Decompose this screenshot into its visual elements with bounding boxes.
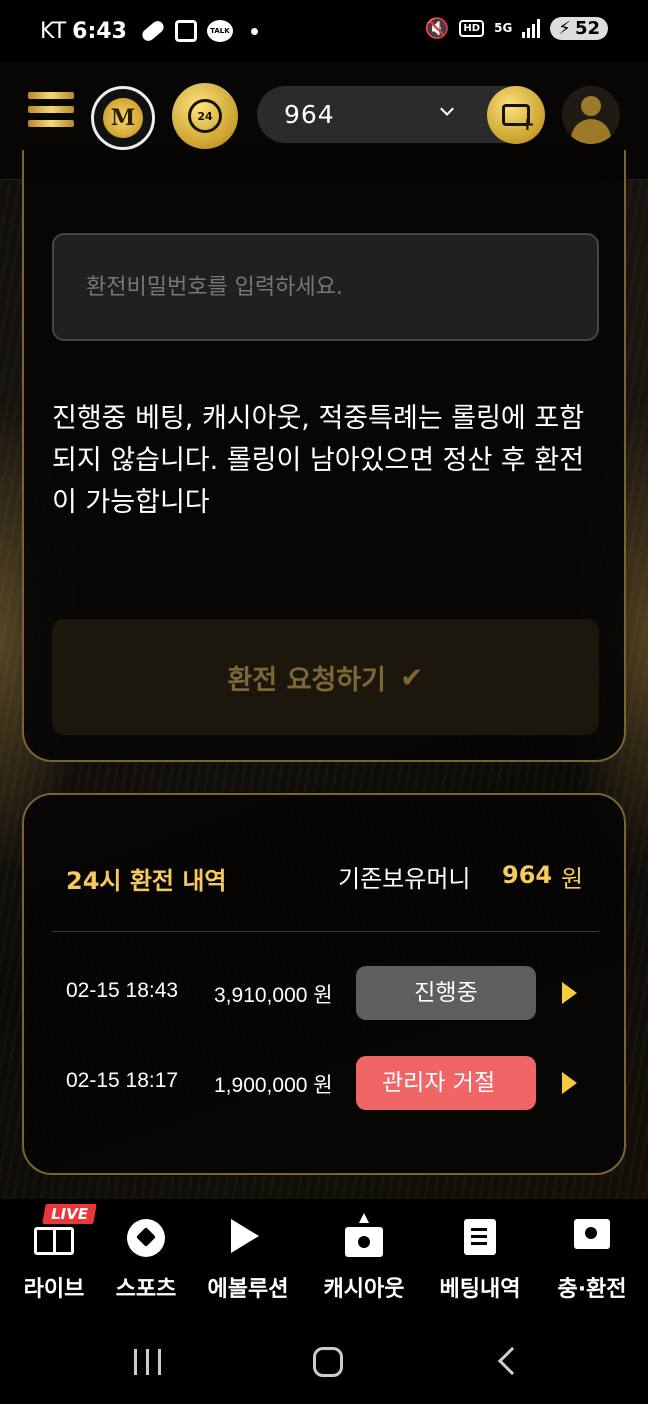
- holding-money-value: 964: [502, 861, 553, 889]
- system-nav-bar: [0, 1311, 648, 1404]
- play-arrow-icon[interactable]: [562, 1072, 577, 1094]
- double-check-icon: ✔: [399, 660, 424, 694]
- battery-level: 52: [574, 17, 600, 39]
- logo[interactable]: M: [91, 86, 155, 150]
- wallet-icon: [502, 104, 535, 135]
- network-icon: 5G: [494, 21, 513, 35]
- nav-label: 라이브: [23, 1277, 85, 1302]
- soccer-ball-icon: [127, 1219, 165, 1257]
- nav-label: 베팅내역: [439, 1277, 521, 1302]
- nav-label: 에볼루션: [207, 1277, 289, 1302]
- withdraw-password-input[interactable]: [52, 233, 599, 341]
- history-amount: 1,900,000 원: [214, 1074, 333, 1097]
- evolution-icon: [231, 1219, 265, 1253]
- user-icon: [581, 96, 601, 116]
- system-icons: 🔇 HD 5G ⚡ 52: [425, 16, 608, 40]
- more-dot-icon: [250, 27, 258, 35]
- live-badge: LIVE: [42, 1204, 97, 1224]
- divider: [52, 931, 599, 932]
- back-icon[interactable]: [497, 1346, 527, 1376]
- hamburger-menu-icon[interactable]: [28, 92, 74, 136]
- support-24-button[interactable]: 24: [172, 83, 238, 149]
- field-icon: [34, 1227, 74, 1255]
- holding-money-label: 기존보유머니: [338, 865, 471, 893]
- play-arrow-icon[interactable]: [562, 982, 577, 1004]
- status-badge-rejected: 관리자 거절: [356, 1056, 536, 1110]
- history-amount: 3,910,000 원: [214, 984, 333, 1007]
- cashout-icon: [345, 1213, 383, 1257]
- logo-mark: M: [103, 98, 143, 138]
- talk-icon: TALK: [206, 20, 233, 42]
- chevron-down-icon: [440, 102, 454, 116]
- nav-item-bet-history[interactable]: 베팅내역: [428, 1199, 532, 1311]
- nav-item-sports[interactable]: 스포츠: [104, 1199, 188, 1311]
- signal-icon: [522, 18, 541, 38]
- nav-label: 충·환전: [557, 1277, 627, 1302]
- recents-icon[interactable]: [134, 1349, 162, 1375]
- nav-label: 스포츠: [115, 1277, 177, 1302]
- balance-value: 964: [284, 100, 335, 129]
- history-row[interactable]: 02-15 18:17 1,900,000 원 관리자 거절: [66, 1056, 596, 1112]
- withdraw-request-button[interactable]: 환전 요청하기 ✔: [52, 619, 599, 735]
- bottom-nav: LIVE 라이브 스포츠 에볼루션 캐시아웃 베팅내역 충·환전: [0, 1199, 648, 1311]
- history-row[interactable]: 02-15 18:43 3,910,000 원 진행중: [66, 966, 596, 1022]
- notification-icons: TALK: [139, 18, 258, 44]
- charging-icon: ⚡: [558, 17, 571, 39]
- withdraw-request-label: 환전 요청하기: [227, 664, 386, 696]
- nav-item-cashout[interactable]: 캐시아웃: [312, 1199, 416, 1311]
- nav-item-deposit-withdraw[interactable]: 충·환전: [542, 1199, 642, 1311]
- clock: 6:43: [72, 18, 127, 44]
- withdraw-form-panel: 진행중 베팅, 캐시아웃, 적중특례는 롤링에 포함되지 않습니다. 롤링이 남…: [22, 150, 626, 762]
- screenshot-icon: [174, 20, 197, 42]
- rolling-notice: 진행중 베팅, 캐시아웃, 적중특례는 롤링에 포함되지 않습니다. 롤링이 남…: [52, 403, 585, 518]
- history-datetime: 02-15 18:43: [66, 979, 179, 1002]
- status-badge-pending: 진행중: [356, 966, 536, 1020]
- home-icon[interactable]: [313, 1347, 343, 1377]
- history-title: 24시 환전 내역: [66, 867, 227, 895]
- carrier-label: KT: [40, 18, 67, 44]
- nav-item-evolution[interactable]: 에볼루션: [196, 1199, 300, 1311]
- battery-indicator: ⚡ 52: [550, 16, 608, 40]
- hd-icon: HD: [459, 19, 485, 37]
- mute-icon: 🔇: [424, 16, 450, 40]
- exchange-icon: [574, 1219, 610, 1249]
- avatar[interactable]: [562, 86, 620, 144]
- pill-icon: [139, 18, 166, 44]
- history-datetime: 02-15 18:17: [66, 1069, 179, 1092]
- headset-icon: 24: [188, 99, 222, 133]
- wallet-deposit-button[interactable]: [487, 86, 545, 144]
- holding-money-unit: 원: [561, 865, 584, 893]
- document-icon: [464, 1219, 496, 1255]
- nav-label: 캐시아웃: [323, 1277, 405, 1302]
- status-bar: KT 6:43 TALK 🔇 HD 5G ⚡ 52: [0, 0, 648, 62]
- nav-item-live[interactable]: LIVE 라이브: [4, 1199, 104, 1311]
- withdraw-history-panel: 24시 환전 내역 기존보유머니 964 원 02-15 18:43 3,910…: [22, 793, 626, 1175]
